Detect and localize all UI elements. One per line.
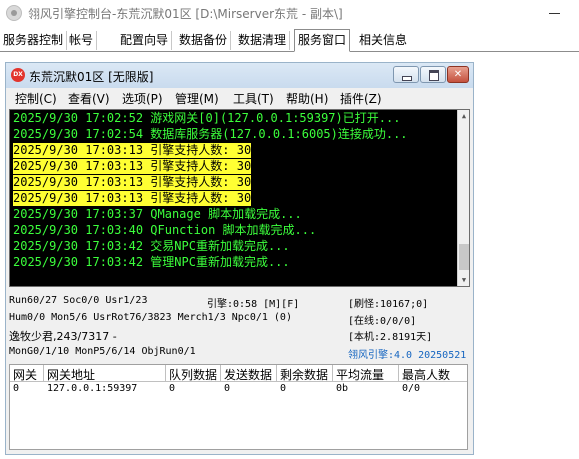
log-line: 2025/9/30 17:02:52 游戏网关[0](127.0.0.1:593… <box>13 111 401 125</box>
tab-server-control[interactable]: 服务器控制 <box>0 31 68 50</box>
app-icon <box>6 5 22 21</box>
menu-view[interactable]: 查看(V) <box>68 90 110 107</box>
tab-config-wizard[interactable]: 配置向导 <box>117 31 173 50</box>
menu-manage[interactable]: 管理(M) <box>175 90 219 107</box>
log-line: 2025/9/30 17:03:37 QManage 脚本加载完成... <box>13 207 302 221</box>
column-header[interactable]: 网关地址 <box>47 366 95 383</box>
engine-uptime: 引擎:0:58 [M][F] <box>207 299 300 310</box>
minimize-button[interactable] <box>535 0 575 26</box>
table-cell: 0/0 <box>402 383 421 394</box>
log-line: 2025/9/30 17:03:42 交易NPC重新加载完成... <box>13 239 290 253</box>
table-cell: 127.0.0.1:59397 <box>47 383 138 394</box>
player-info: 逸牧少君,243/7317 - <box>9 330 117 343</box>
monster-refresh: [刷怪:10167;0] <box>348 299 429 310</box>
server-close-button[interactable] <box>447 66 469 83</box>
online-count: [在线:0/0/0] <box>348 316 417 327</box>
tab-account[interactable]: 帐号 <box>66 31 98 50</box>
scroll-thumb[interactable] <box>459 244 469 270</box>
log-line-highlighted: 2025/9/30 17:03:13 引擎支持人数: 30 <box>13 191 252 206</box>
log-line: 2025/9/30 17:03:42 管理NPC重新加载完成... <box>13 255 290 269</box>
server-window-title-bar: DX 东荒沉默01区 [无限版] <box>6 63 473 88</box>
table-cell: 0 <box>13 383 20 394</box>
menu-bar: 控制(C) 查看(V) 选项(P) 管理(M) 工具(T) 帮助(H) 插件(Z… <box>6 88 473 108</box>
engine-version: 翎风引擎:4.0 20250521 <box>348 350 467 361</box>
table-cell: 0b <box>336 383 349 394</box>
log-scrollbar[interactable]: ▲ ▼ <box>457 110 469 286</box>
table-cell: 0 <box>280 383 287 394</box>
column-header[interactable]: 网关 <box>13 366 37 383</box>
column-header[interactable]: 发送数据 <box>224 366 272 383</box>
app-title: 翎风引擎控制台-东荒沉默01区 [D:\Mirserver东荒 - 副本\] <box>28 7 343 21</box>
column-divider[interactable] <box>276 365 277 381</box>
menu-options[interactable]: 选项(P) <box>122 90 163 107</box>
hum-stats: Hum0/0 Mon5/6 UsrRot76/3823 Merch1/3 Npc… <box>9 312 292 323</box>
monster-stats: MonG0/1/10 MonP5/6/14 ObjRun0/1 <box>9 346 196 357</box>
gateway-table-header: 网关 网关地址 队列数据 发送数据 剩余数据 平均流量 最高人数 <box>10 365 467 382</box>
server-minimize-button[interactable] <box>393 66 419 83</box>
server-window-title: 东荒沉默01区 [无限版] <box>29 70 154 84</box>
scroll-down-icon[interactable]: ▼ <box>458 274 469 286</box>
tab-data-backup[interactable]: 数据备份 <box>176 31 232 50</box>
log-line-highlighted: 2025/9/30 17:03:13 引擎支持人数: 30 <box>13 175 252 190</box>
table-cell: 0 <box>224 383 231 394</box>
column-divider[interactable] <box>220 365 221 381</box>
tab-related-info[interactable]: 相关信息 <box>356 31 410 50</box>
log-line-highlighted: 2025/9/30 17:03:13 引擎支持人数: 30 <box>13 143 252 158</box>
tab-data-cleanup[interactable]: 数据清理 <box>235 31 291 50</box>
log-line-highlighted: 2025/9/30 17:03:13 引擎支持人数: 30 <box>13 159 252 174</box>
column-divider[interactable] <box>43 365 44 381</box>
column-divider[interactable] <box>398 365 399 381</box>
table-cell: 0 <box>169 383 176 394</box>
menu-help[interactable]: 帮助(H) <box>286 90 328 107</box>
machine-uptime: [本机:2.8191天] <box>348 332 433 343</box>
log-console[interactable]: 2025/9/30 17:02:52 游戏网关[0](127.0.0.1:593… <box>9 109 470 287</box>
column-header[interactable]: 队列数据 <box>169 366 217 383</box>
tab-service-window[interactable]: 服务窗口 <box>294 29 351 52</box>
column-divider[interactable] <box>165 365 166 381</box>
menu-control[interactable]: 控制(C) <box>15 90 57 107</box>
log-line: 2025/9/30 17:02:54 数据库服务器(127.0.0.1:6005… <box>13 127 408 141</box>
column-header[interactable]: 最高人数 <box>402 366 450 383</box>
menu-plugins[interactable]: 插件(Z) <box>340 90 382 107</box>
main-tab-strip: 服务器控制 帐号 配置向导 数据备份 数据清理 服务窗口 相关信息 <box>0 29 579 52</box>
column-header[interactable]: 剩余数据 <box>280 366 328 383</box>
dx-logo-icon: DX <box>11 68 25 82</box>
run-stats: Run60/27 Soc0/0 Usr1/23 <box>9 295 148 306</box>
server-window: DX 东荒沉默01区 [无限版] 控制(C) 查看(V) 选项(P) 管理(M)… <box>5 62 474 455</box>
log-line: 2025/9/30 17:03:40 QFunction 脚本加载完成... <box>13 223 317 237</box>
gateway-table[interactable]: 网关 网关地址 队列数据 发送数据 剩余数据 平均流量 最高人数 0 127.0… <box>9 364 468 450</box>
scroll-up-icon[interactable]: ▲ <box>458 110 469 122</box>
column-divider[interactable] <box>332 365 333 381</box>
server-maximize-button[interactable] <box>420 66 446 83</box>
menu-tools[interactable]: 工具(T) <box>233 90 274 107</box>
column-header[interactable]: 平均流量 <box>336 366 384 383</box>
app-title-bar: 翎风引擎控制台-东荒沉默01区 [D:\Mirserver东荒 - 副本\] <box>0 0 579 26</box>
